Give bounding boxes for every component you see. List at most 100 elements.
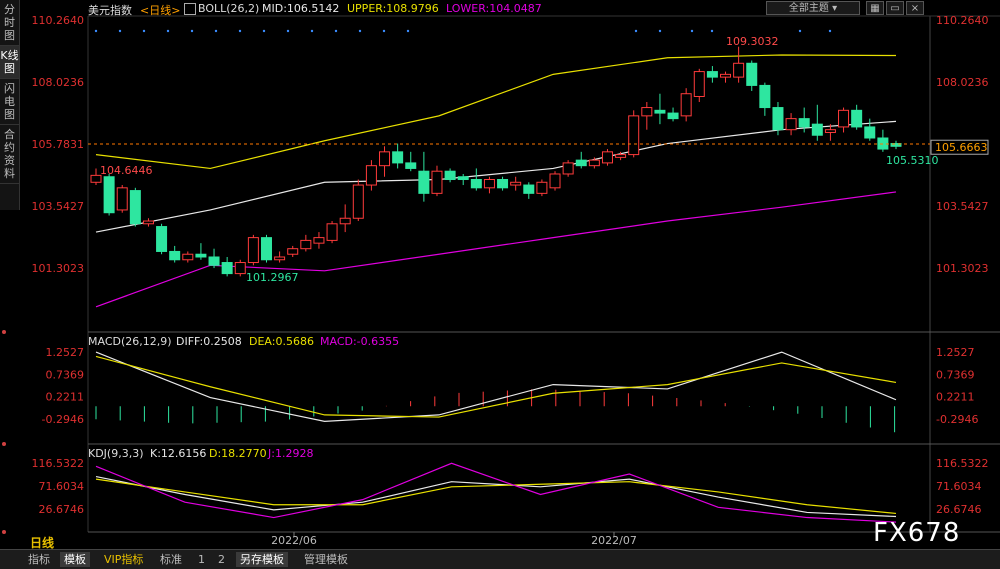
price-axis-label: 103.5427 (936, 200, 989, 213)
price-axis-label: 105.7831 (32, 138, 85, 151)
price-axis-label: 101.3023 (936, 262, 989, 275)
save-template-button[interactable]: 另存模板 (236, 552, 288, 567)
chevron-down-icon: ▾ (832, 3, 838, 14)
price-axis-label: 110.2640 (936, 14, 989, 27)
candle-body (798, 118, 810, 128)
tab-templates[interactable]: 模板 (60, 552, 90, 567)
kdj-j: J:1.2928 (268, 447, 314, 460)
signal-dot (238, 29, 242, 33)
candle-body (523, 184, 535, 194)
instrument-name: 美元指数 (88, 4, 132, 17)
macd-dea-line (95, 355, 897, 418)
candle-body (300, 239, 312, 250)
tab-1[interactable]: 1 (194, 552, 209, 567)
macd-dea: DEA:0.5686 (249, 335, 314, 348)
panel-marker (2, 330, 6, 334)
boll-lower: LOWER:104.0487 (446, 2, 542, 15)
kdj-label: KDJ(9,3,3) (88, 447, 144, 460)
tab-standard[interactable]: 标准 (156, 552, 186, 567)
candle-body (811, 123, 823, 136)
candle-body (667, 112, 679, 120)
macd-diff-line (95, 351, 897, 423)
candle-body (497, 179, 509, 189)
grid-icon[interactable]: ▦ (866, 1, 884, 15)
candle-body (628, 115, 640, 156)
signal-dot (190, 29, 194, 33)
theme-select[interactable]: 全部主题 ▾ (766, 1, 860, 15)
tab-vip-indicators[interactable]: VIP指标 (100, 552, 147, 567)
candle-body (156, 226, 168, 252)
candle-body (313, 237, 325, 244)
tab-indicators[interactable]: 指标 (24, 552, 54, 567)
signal-dot (166, 29, 170, 33)
candle-body (575, 159, 587, 167)
signal-dot (382, 29, 386, 33)
candle-body (221, 262, 233, 275)
manage-templates-button[interactable]: 管理模板 (300, 552, 352, 567)
signal-dot (358, 29, 362, 33)
candle-body (720, 73, 732, 78)
candle-body (641, 107, 653, 117)
price-axis-label: 101.3023 (32, 262, 85, 275)
candle-body (129, 190, 141, 225)
period-label: <日线> (140, 4, 181, 17)
signal-dot (286, 29, 290, 33)
candle-body (457, 176, 469, 181)
kdj-axis-label: 116.5322 (32, 457, 85, 470)
indicator-settings-icon[interactable] (184, 3, 196, 15)
candle-body (444, 170, 456, 181)
boll-upper: UPPER:108.9796 (347, 2, 439, 15)
candle-body (379, 151, 391, 167)
kdj-axis-label: 116.5322 (936, 457, 989, 470)
candle-body (208, 256, 220, 266)
candle-body (247, 237, 259, 264)
kdj-axis-label: 71.6034 (936, 480, 982, 493)
peak-annotation: 109.3032 (726, 35, 779, 48)
tab-timeshare[interactable]: 分时图 (0, 0, 19, 46)
price-axis-label: 110.2640 (32, 14, 85, 27)
tab-flash[interactable]: 闪电图 (0, 79, 19, 125)
candle-body (772, 107, 784, 131)
window-icon[interactable]: ▭ (886, 1, 904, 15)
price-axis-label: 108.0236 (32, 76, 85, 89)
signal-dot (798, 29, 802, 33)
boll-label: BOLL(26,2) (198, 2, 260, 15)
candle-body (601, 151, 613, 164)
candle-body (654, 109, 666, 114)
candle-body (365, 165, 377, 186)
boll-mid-line (95, 120, 897, 233)
close-icon[interactable]: × (906, 1, 924, 15)
candle-body (706, 71, 718, 78)
candle-body (326, 223, 338, 241)
boll-mid: MID:106.5142 (262, 2, 340, 15)
candle-body (838, 109, 850, 128)
chart-canvas[interactable]: 110.2640 110.2640 108.0236 108.0236 105.7831… (0, 0, 1000, 568)
current-price-label: 105.6663 (935, 141, 988, 154)
price-axis-label: 108.0236 (936, 76, 989, 89)
candle-body (287, 248, 299, 255)
candle-body (142, 220, 154, 225)
tab-kline[interactable]: K线图 (0, 46, 19, 79)
bottom-toolbar: 指标 模板 VIP指标 标准 1 2 另存模板 管理模板 (0, 549, 1000, 569)
side-tabs: 分时图 K线图 闪电图 合约资料 (0, 0, 20, 210)
last-low-annotation: 105.5310 (886, 154, 939, 167)
panel-marker (2, 530, 6, 534)
candle-body (693, 71, 705, 97)
candle-body (549, 173, 561, 189)
price-axis-label: 103.5427 (32, 200, 85, 213)
signal-dot (406, 29, 410, 33)
candle-body (680, 93, 692, 117)
tab-2[interactable]: 2 (214, 552, 229, 567)
candle-body (864, 126, 876, 139)
candle-body (615, 154, 627, 158)
signal-dot (118, 29, 122, 33)
kdj-axis-label: 26.6746 (39, 503, 85, 516)
candle-body (352, 184, 364, 219)
tab-contract-info[interactable]: 合约资料 (0, 125, 19, 184)
signal-dot (262, 29, 266, 33)
candle-body (234, 262, 246, 275)
signal-dot (334, 29, 338, 33)
candle-body (588, 159, 600, 167)
candle-body (169, 250, 181, 261)
low-annotation: 101.2967 (246, 271, 299, 284)
